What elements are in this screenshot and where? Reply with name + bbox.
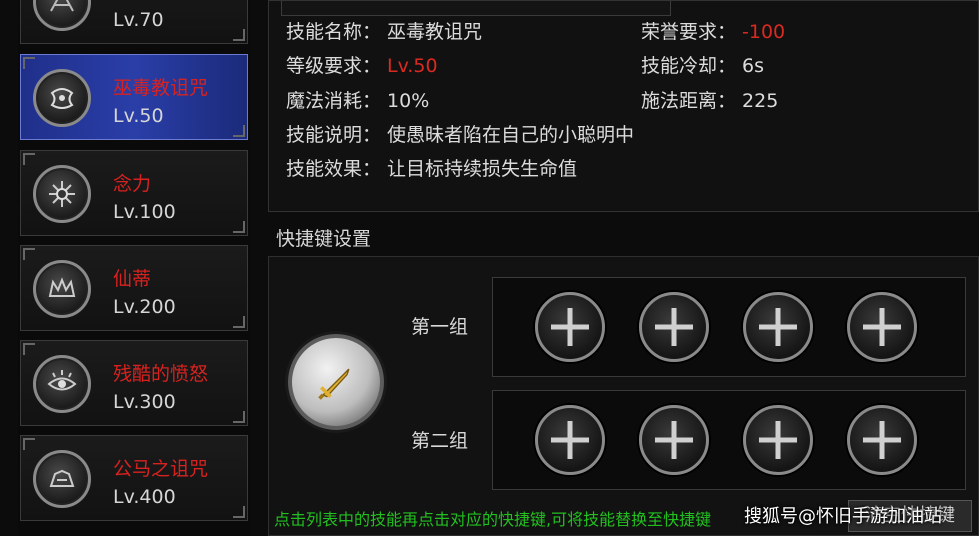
skill-item-0[interactable]: Lv.70 [20, 0, 248, 44]
honor-value: -100 [742, 21, 786, 43]
range-label: 施法距离： [641, 90, 737, 112]
info-skill-name: 技能名称： 巫毒教诅咒 [286, 17, 482, 44]
skill-item-selected[interactable]: 巫毒教诅咒 Lv.50 [20, 54, 248, 140]
panel-top-bar [281, 1, 671, 16]
info-effect: 技能效果： 让目标持续损失生命值 [286, 154, 577, 181]
skill-name: 念力 [113, 173, 152, 195]
skill-name: 巫毒教诅咒 [113, 77, 209, 99]
mana-label: 魔法消耗： [286, 90, 382, 112]
shortcut-group-1 [492, 277, 966, 377]
skill-list: Lv.70 巫毒教诅咒 Lv.50 念力 Lv.100 仙蒂 Lv.200 残酷… [18, 0, 250, 536]
voodoo-curse-icon [33, 69, 91, 127]
info-description: 技能说明： 使愚昧者陷在自己的小聪明中 [286, 120, 634, 147]
shortcut-slot-empty[interactable] [639, 405, 709, 475]
info-range: 施法距离： 225 [641, 86, 778, 113]
range-value: 225 [742, 90, 779, 112]
shortcut-slot-empty[interactable] [847, 405, 917, 475]
level-req-label: 等级要求： [286, 55, 382, 77]
eye-icon [33, 355, 91, 413]
shortcut-slot-empty[interactable] [535, 292, 605, 362]
selected-skill-sword-icon[interactable] [288, 334, 384, 430]
skill-level: Lv.50 [113, 105, 164, 127]
skill-name: 残酷的愤怒 [113, 363, 209, 385]
info-level-req: 等级要求： Lv.50 [286, 51, 438, 78]
honor-label: 荣誉要求： [641, 21, 737, 43]
shortcut-slot-empty[interactable] [743, 405, 813, 475]
skill-item[interactable]: 残酷的愤怒 Lv.300 [20, 340, 248, 426]
skill-level: Lv.200 [113, 296, 176, 318]
level-req-value: Lv.50 [387, 55, 438, 77]
info-mana: 魔法消耗： 10% [286, 86, 429, 113]
effect-value: 让目标持续损失生命值 [387, 158, 578, 180]
mana-value: 10% [387, 90, 430, 112]
group2-label: 第二组 [411, 430, 469, 452]
skill-item[interactable]: 仙蒂 Lv.200 [20, 245, 248, 331]
shortcut-slot-empty[interactable] [639, 292, 709, 362]
shortcut-slot-empty[interactable] [743, 292, 813, 362]
shortcut-settings-title: 快捷键设置 [276, 228, 372, 250]
group1-label: 第一组 [411, 316, 469, 338]
crown-icon [33, 260, 91, 318]
skill-name-label: 技能名称： [286, 21, 382, 43]
skill-level: Lv.70 [113, 9, 164, 31]
skill-item[interactable]: 公马之诅咒 Lv.400 [20, 435, 248, 521]
shortcut-slot-empty[interactable] [847, 292, 917, 362]
skill-level: Lv.400 [113, 486, 176, 508]
effect-label: 技能效果： [286, 158, 382, 180]
telekinesis-icon [33, 165, 91, 223]
skill-name-value: 巫毒教诅咒 [387, 21, 483, 43]
skill-name: 公马之诅咒 [113, 458, 209, 480]
info-honor: 荣誉要求： -100 [641, 17, 785, 44]
skill-level: Lv.300 [113, 391, 176, 413]
cooldown-label: 技能冷却： [641, 55, 737, 77]
watermark: 搜狐号@怀旧手游加油站 [744, 506, 942, 527]
desc-label: 技能说明： [286, 124, 382, 146]
skill-icon [33, 0, 91, 31]
horse-curse-icon [33, 450, 91, 508]
desc-value: 使愚昧者陷在自己的小聪明中 [387, 124, 635, 146]
shortcut-hint-text: 点击列表中的技能再点击对应的快捷键,可将技能替换至快捷键 [274, 510, 712, 529]
cooldown-value: 6s [742, 55, 765, 77]
skill-level: Lv.100 [113, 201, 176, 223]
skill-item[interactable]: 念力 Lv.100 [20, 150, 248, 236]
info-cooldown: 技能冷却： 6s [641, 51, 764, 78]
shortcut-slot-empty[interactable] [535, 405, 605, 475]
skill-name: 仙蒂 [113, 268, 152, 290]
shortcut-group-2 [492, 390, 966, 490]
